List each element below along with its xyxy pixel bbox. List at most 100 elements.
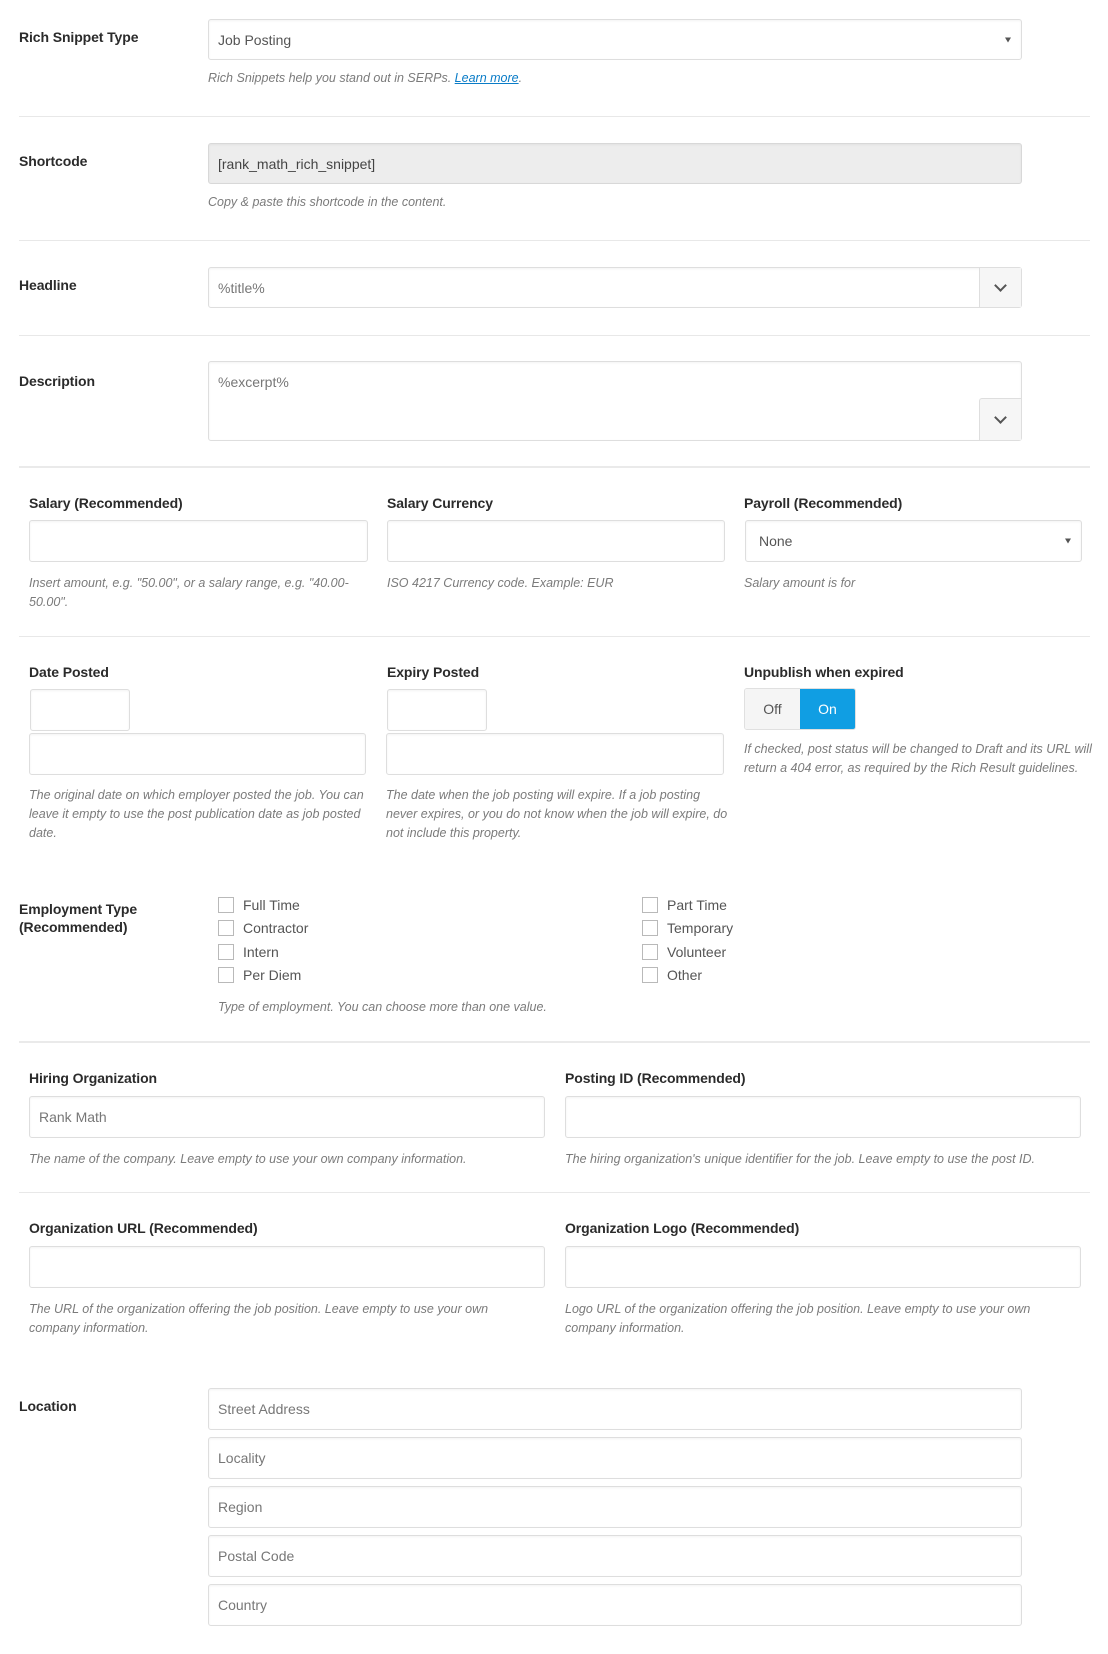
checkbox-label: Other [667, 967, 703, 983]
checkbox[interactable] [642, 967, 658, 983]
org-url-help: The URL of the organization offering the… [29, 1302, 489, 1335]
checkbox-label: Volunteer [667, 944, 727, 960]
headline-value: %title% [218, 279, 265, 296]
expiry-posted-date-input[interactable] [387, 689, 487, 731]
employment-type-label-line2: (Recommended) [19, 919, 128, 935]
checkbox-temporary[interactable]: Temporary [642, 918, 733, 938]
postal-code-input[interactable]: Postal Code [208, 1535, 1022, 1577]
checkbox-label: Intern [243, 944, 279, 960]
rich-snippet-type-select[interactable]: Job Posting [208, 19, 1022, 60]
locality-input[interactable]: Locality [208, 1437, 1022, 1479]
dropdown-arrow-icon [1005, 37, 1011, 42]
checkbox[interactable] [218, 967, 234, 983]
salary-currency-help: ISO 4217 Currency code. Example: EUR [387, 576, 614, 590]
checkbox-other[interactable]: Other [642, 965, 702, 985]
date-posted-time-input[interactable] [29, 733, 366, 775]
rich-snippet-type-value: Job Posting [218, 31, 292, 48]
divider [19, 240, 1090, 241]
payroll-label: Payroll (Recommended) [744, 495, 903, 511]
shortcode-field[interactable]: [rank_math_rich_snippet] [208, 143, 1022, 184]
checkbox[interactable] [218, 920, 234, 936]
street-address-input[interactable]: Street Address [208, 1388, 1022, 1430]
salary-currency-input[interactable] [387, 520, 725, 562]
hiring-org-help: The name of the company. Leave empty to … [29, 1152, 467, 1166]
description-label: Description [19, 373, 95, 389]
expiry-posted-time-input[interactable] [386, 733, 724, 775]
description-variables-button[interactable] [979, 398, 1021, 440]
country-input[interactable]: Country [208, 1584, 1022, 1626]
payroll-select[interactable]: None [745, 520, 1082, 562]
posting-id-help: The hiring organization's unique identif… [565, 1152, 1036, 1166]
divider [19, 1192, 1090, 1193]
chevron-down-icon [994, 278, 1007, 292]
unpublish-help: If checked, post status will be changed … [744, 742, 1092, 775]
posting-id-label: Posting ID (Recommended) [565, 1070, 746, 1086]
org-logo-input[interactable] [565, 1246, 1081, 1288]
divider [19, 1041, 1090, 1043]
org-logo-help: Logo URL of the organization offering th… [565, 1302, 1031, 1335]
checkbox-full-time[interactable]: Full Time [218, 895, 300, 915]
expiry-posted-help: The date when the job posting will expir… [386, 788, 728, 840]
employment-type-label-line1: Employment Type [19, 901, 138, 917]
shortcode-label: Shortcode [19, 153, 88, 169]
unpublish-label: Unpublish when expired [744, 664, 904, 680]
hiring-org-input[interactable]: Rank Math [29, 1096, 545, 1138]
divider [19, 116, 1090, 117]
unpublish-on-option[interactable]: On [800, 689, 855, 729]
description-textarea[interactable]: %excerpt% [208, 361, 1022, 441]
location-label: Location [19, 1398, 77, 1414]
street-address-placeholder: Street Address [218, 1401, 310, 1417]
checkbox-label: Contractor [243, 920, 309, 936]
rich-snippet-type-label: Rich Snippet Type [19, 29, 139, 45]
salary-input[interactable] [29, 520, 368, 562]
divider [19, 335, 1090, 336]
help-suffix: . [518, 71, 523, 85]
checkbox-intern[interactable]: Intern [218, 942, 279, 962]
checkbox[interactable] [642, 897, 658, 913]
dropdown-arrow-icon [1065, 538, 1071, 544]
salary-currency-label: Salary Currency [387, 495, 493, 511]
salary-help: Insert amount, e.g. "50.00", or a salary… [29, 576, 349, 609]
checkbox-label: Part Time [667, 897, 727, 913]
headline-label: Headline [19, 277, 77, 293]
checkbox-label: Temporary [667, 920, 734, 936]
help-text: Rich Snippets help you stand out in SERP… [208, 71, 455, 85]
salary-label: Salary (Recommended) [29, 495, 183, 511]
checkbox[interactable] [218, 944, 234, 960]
hiring-org-label: Hiring Organization [29, 1070, 157, 1086]
country-placeholder: Country [218, 1597, 268, 1613]
divider [19, 636, 1090, 637]
expiry-posted-label: Expiry Posted [387, 664, 480, 680]
description-value: %excerpt% [218, 374, 289, 390]
date-posted-date-input[interactable] [30, 689, 130, 731]
payroll-help: Salary amount is for [744, 576, 856, 590]
employment-type-help: Type of employment. You can choose more … [218, 1000, 547, 1014]
org-url-label: Organization URL (Recommended) [29, 1220, 258, 1236]
employment-type-label: Employment Type (Recommended) [19, 900, 137, 936]
checkbox-label: Full Time [243, 897, 300, 913]
posting-id-input[interactable] [565, 1096, 1081, 1138]
postal-code-placeholder: Postal Code [218, 1548, 295, 1564]
rich-snippet-type-help: Rich Snippets help you stand out in SERP… [208, 69, 522, 88]
unpublish-off-option[interactable]: Off [745, 689, 800, 729]
hiring-org-placeholder: Rank Math [39, 1109, 107, 1125]
headline-input[interactable]: %title% [208, 267, 1022, 308]
date-posted-label: Date Posted [29, 664, 109, 680]
shortcode-help: Copy & paste this shortcode in the conte… [208, 195, 447, 209]
checkbox-part-time[interactable]: Part Time [642, 895, 727, 915]
learn-more-link[interactable]: Learn more [455, 71, 519, 85]
divider [19, 466, 1090, 468]
headline-variables-button[interactable] [979, 268, 1021, 307]
unpublish-toggle[interactable]: Off On [744, 688, 856, 730]
region-input[interactable]: Region [208, 1486, 1022, 1528]
checkbox[interactable] [642, 944, 658, 960]
shortcode-value: [rank_math_rich_snippet] [218, 155, 376, 172]
checkbox[interactable] [218, 897, 234, 913]
org-url-input[interactable] [29, 1246, 545, 1288]
checkbox-contractor[interactable]: Contractor [218, 918, 308, 938]
checkbox-per-diem[interactable]: Per Diem [218, 965, 301, 985]
checkbox[interactable] [642, 920, 658, 936]
checkbox-volunteer[interactable]: Volunteer [642, 942, 726, 962]
date-posted-help: The original date on which employer post… [29, 788, 364, 840]
org-logo-label: Organization Logo (Recommended) [565, 1220, 800, 1236]
